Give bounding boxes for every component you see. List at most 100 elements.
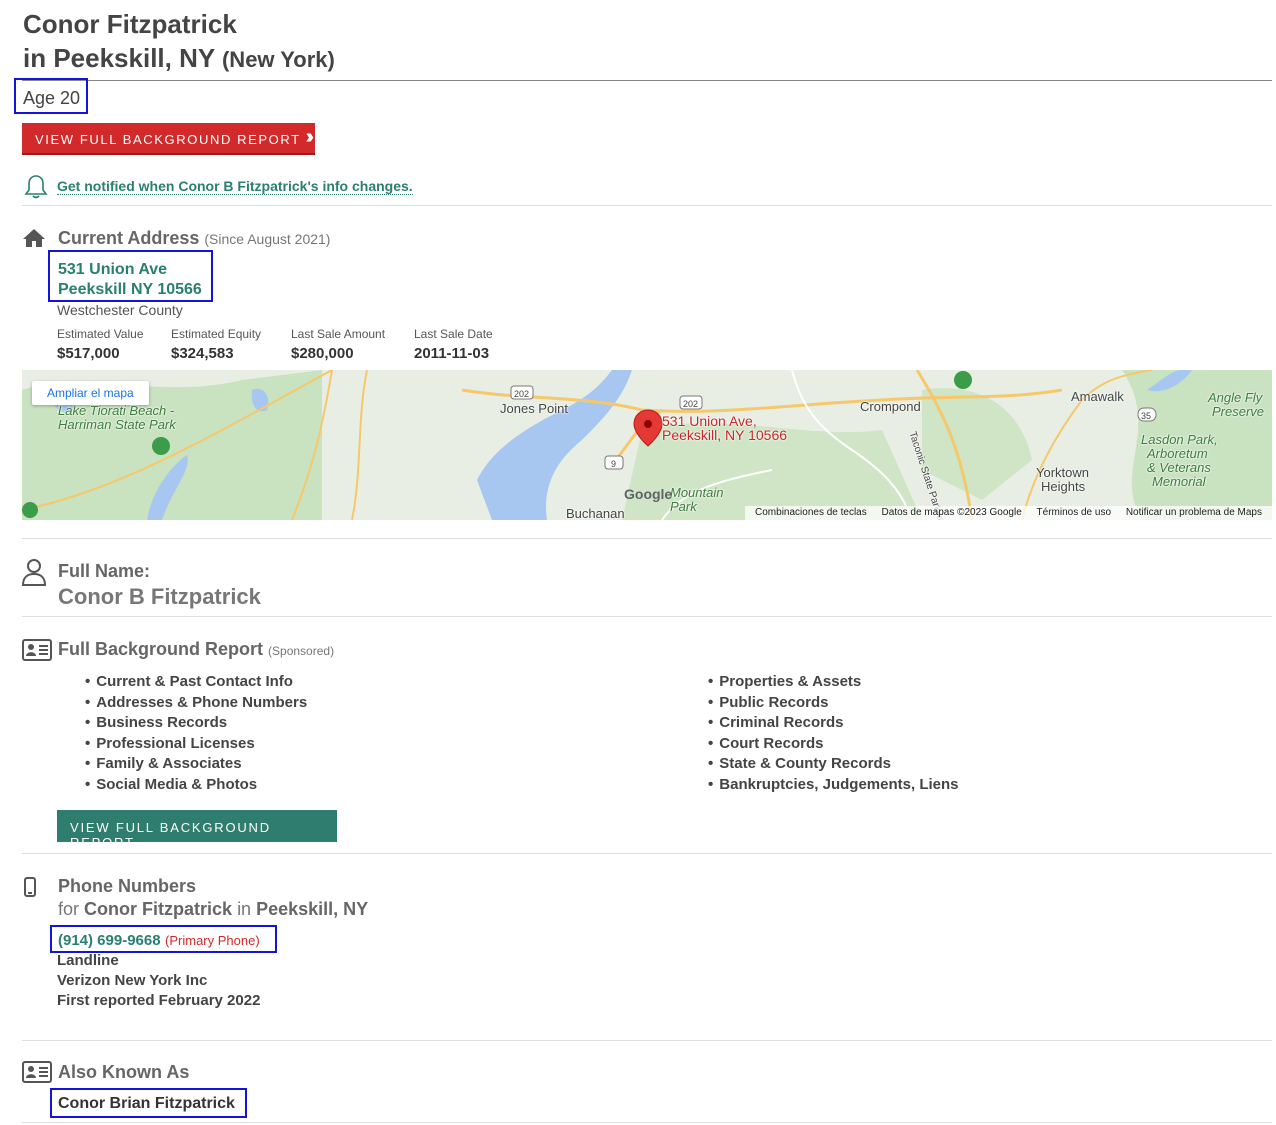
- view-full-report-button[interactable]: VIEW FULL BACKGROUND REPORT: [57, 810, 337, 850]
- place-label: Heights: [1041, 479, 1086, 494]
- location-state: (New York): [221, 47, 335, 72]
- list-item: Public Records: [708, 694, 959, 715]
- phone-numbers-title: Phone Numbers: [58, 876, 197, 896]
- list-item: Current & Past Contact Info: [85, 673, 307, 694]
- address-line2: Peekskill NY 10566: [58, 281, 202, 298]
- stat-value: $517,000: [57, 345, 120, 362]
- stat-last-sale-date: Last Sale Date 2011-11-03: [414, 327, 493, 362]
- divider: [22, 538, 1272, 539]
- map-data-text: Datos de mapas ©2023 Google: [881, 507, 1022, 518]
- place-label: Angle Fly: [1208, 390, 1263, 405]
- list-item: Criminal Records: [708, 714, 959, 735]
- user-icon: [22, 559, 46, 586]
- place-label: & Veterans: [1147, 460, 1211, 475]
- current-address-heading: Current Address (Since August 2021): [58, 228, 330, 249]
- aka-title: Also Known As: [58, 1062, 190, 1082]
- pin-line1: 531 Union Ave,: [662, 413, 757, 429]
- place-label: Harriman State Park: [58, 417, 176, 432]
- terms-link[interactable]: Términos de uso: [1037, 507, 1111, 518]
- id-card-icon: [22, 639, 52, 661]
- view-report-button-label: VIEW FULL BACKGROUND REPORT: [35, 132, 301, 147]
- list-item: State & County Records: [708, 755, 959, 776]
- map-pin-label: 531 Union Ave, Peekskill, NY 10566: [662, 414, 787, 442]
- list-item: Court Records: [708, 735, 959, 756]
- place-label: Lasdon Park,: [1141, 432, 1218, 447]
- enlarge-map-button[interactable]: Ampliar el mapa: [32, 381, 149, 405]
- route-shield: 202: [514, 389, 530, 399]
- bell-icon: [24, 175, 48, 199]
- current-address-title: Current Address: [58, 228, 200, 248]
- phone-subtitle: for Conor Fitzpatrick in Peekskill, NY: [58, 899, 368, 920]
- phone-type: Landline: [57, 952, 119, 969]
- list-item: Professional Licenses: [85, 735, 307, 756]
- home-icon: [23, 229, 45, 247]
- phone-for-word: for: [58, 899, 80, 919]
- place-label: Jones Point: [500, 401, 568, 416]
- id-card-icon: [22, 1061, 52, 1083]
- divider: [22, 1122, 1272, 1123]
- pin-line2: Peekskill, NY 10566: [662, 427, 788, 443]
- place-label: Park: [670, 499, 697, 514]
- place-label: Arboretum: [1147, 446, 1208, 461]
- double-chevron-right-icon: ››: [305, 126, 315, 148]
- list-item: Properties & Assets: [708, 673, 959, 694]
- map-attribution: Combinaciones de teclas Datos de mapas ©…: [745, 506, 1272, 520]
- address-link[interactable]: 531 Union Ave Peekskill NY 10566: [48, 250, 213, 302]
- stat-label: Estimated Value: [57, 327, 144, 341]
- report-heading: Full Background Report (Sponsored): [58, 639, 334, 660]
- route-shield: 35: [1141, 411, 1152, 421]
- address-map[interactable]: Ampliar el mapa Lake Tiorati Beach - Har…: [22, 370, 1272, 520]
- stat-label: Estimated Equity: [171, 327, 262, 341]
- phone-icon: [24, 877, 36, 897]
- page-title: Conor Fitzpatrick in Peekskill, NY (New …: [23, 7, 335, 77]
- full-name-value: Conor B Fitzpatrick: [58, 584, 261, 609]
- notify-text: Get notified when Conor B Fitzpatrick's …: [57, 178, 413, 195]
- place-label: Crompond: [860, 399, 921, 414]
- place-label: Lake Tiorati Beach -: [58, 403, 175, 418]
- primary-phone-tag: (Primary Phone): [165, 933, 260, 948]
- aka-name: Conor Brian Fitzpatrick: [50, 1088, 247, 1118]
- divider: [22, 205, 1272, 206]
- full-name-label: Full Name:: [58, 561, 151, 581]
- phone-in-word: in: [237, 899, 252, 919]
- person-location: in Peekskill, NY (New York): [23, 41, 335, 77]
- address-line1: 531 Union Ave: [58, 261, 168, 278]
- place-label: Preserve: [1212, 404, 1265, 419]
- phone-carrier: Verizon New York Inc: [57, 972, 208, 989]
- phone-number[interactable]: (914) 699-9668: [58, 932, 161, 949]
- place-label: Buchanan: [566, 506, 625, 521]
- place-label: Memorial: [1152, 474, 1206, 489]
- report-features-left: Current & Past Contact Info Addresses & …: [85, 673, 307, 796]
- list-item: Bankruptcies, Judgements, Liens: [708, 776, 958, 797]
- primary-phone[interactable]: (914) 699-9668 (Primary Phone): [50, 925, 277, 953]
- list-item: Family & Associates: [85, 755, 307, 776]
- google-logo: Google: [624, 486, 673, 502]
- report-features-right: Properties & Assets Public Records Crimi…: [708, 673, 959, 797]
- route-shield: 202: [683, 399, 699, 409]
- divider: [22, 1040, 1272, 1041]
- report-problem-link[interactable]: Notificar un problema de Maps: [1126, 507, 1262, 518]
- phone-reported: First reported February 2022: [57, 992, 261, 1009]
- list-item: Business Records: [85, 714, 307, 735]
- stat-estimated-value: Estimated Value $517,000: [57, 327, 144, 362]
- person-name: Conor Fitzpatrick: [23, 9, 237, 39]
- stat-last-sale-amount: Last Sale Amount $280,000: [291, 327, 385, 362]
- header-divider: [22, 80, 1272, 81]
- stat-label: Last Sale Date: [414, 327, 493, 341]
- view-report-button[interactable]: VIEW FULL BACKGROUND REPORT ››: [22, 123, 315, 155]
- county: Westchester County: [57, 302, 183, 318]
- keyboard-shortcuts-link[interactable]: Combinaciones de teclas: [755, 507, 867, 518]
- stat-value: $280,000: [291, 345, 354, 362]
- place-label: Mountain: [670, 485, 724, 500]
- divider: [22, 616, 1272, 617]
- route-shield: 9: [611, 459, 617, 469]
- stat-value: $324,583: [171, 345, 234, 362]
- place-label: Amawalk: [1071, 389, 1124, 404]
- list-item: Addresses & Phone Numbers: [85, 694, 307, 715]
- sponsored-label: (Sponsored): [268, 644, 335, 658]
- place-label: Yorktown: [1036, 465, 1089, 480]
- list-item: Social Media & Photos: [85, 776, 307, 797]
- stat-estimated-equity: Estimated Equity $324,583: [171, 327, 261, 362]
- address-since: (Since August 2021): [204, 231, 331, 247]
- divider: [22, 853, 1272, 854]
